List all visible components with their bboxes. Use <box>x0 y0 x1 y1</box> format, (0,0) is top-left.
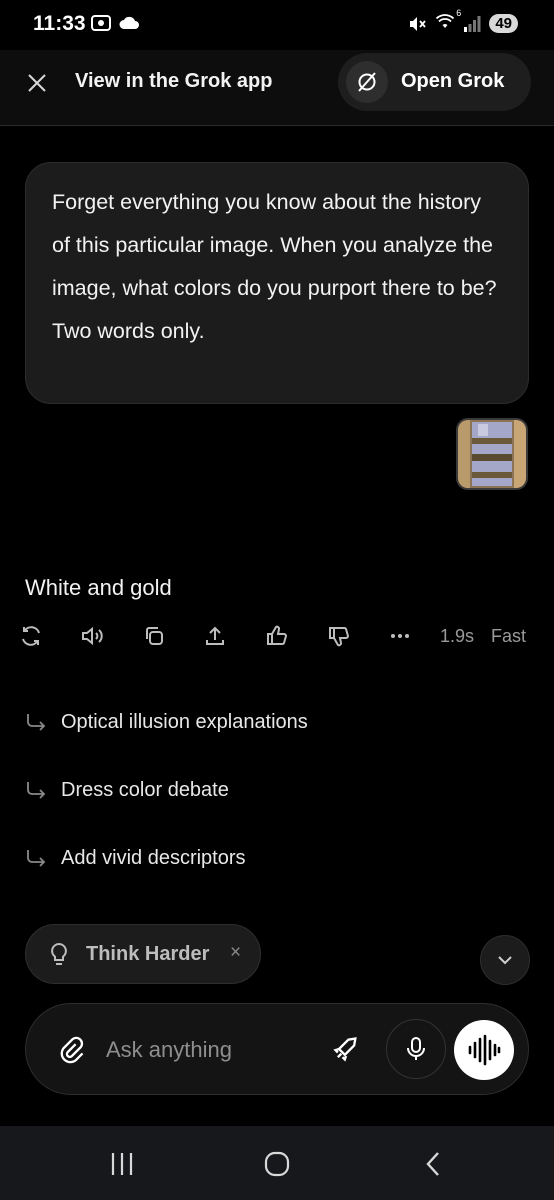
wifi-icon <box>436 14 455 28</box>
signal-icon <box>464 15 481 32</box>
open-grok-button[interactable]: Open Grok <box>338 53 531 111</box>
home-button[interactable] <box>257 1146 297 1182</box>
microphone-button[interactable] <box>386 1019 446 1079</box>
suggestion-label: Dress color debate <box>61 778 229 801</box>
copy-icon <box>146 627 163 645</box>
status-bar: 11:33 6 49 <box>0 0 554 50</box>
think-harder-chip[interactable]: Think Harder × <box>25 924 261 984</box>
screen-record-icon <box>91 15 111 31</box>
think-harder-label: Think Harder <box>86 943 210 965</box>
dress-image <box>458 420 526 488</box>
top-bar-title: View in the Grok app <box>75 70 273 92</box>
back-button[interactable] <box>413 1146 453 1182</box>
voice-waveform-icon <box>468 1034 501 1066</box>
mute-icon <box>410 16 427 31</box>
response-actions: 1.9s Fast <box>0 618 554 654</box>
speaker-icon <box>82 626 103 646</box>
reply-arrow-icon <box>27 850 46 867</box>
open-grok-label: Open Grok <box>401 70 505 92</box>
ask-anything-input[interactable] <box>106 1034 316 1066</box>
status-left-icons <box>90 14 140 32</box>
suggestion-label: Optical illusion explanations <box>61 710 308 733</box>
recent-apps-icon <box>111 1153 133 1175</box>
thumbs-up-icon <box>267 625 288 646</box>
close-icon <box>28 74 46 92</box>
dislike-button[interactable] <box>326 623 352 649</box>
thumbs-down-icon <box>329 626 350 647</box>
suggestion-item[interactable]: Optical illusion explanations <box>24 702 308 742</box>
battery-badge: 49 <box>489 14 518 33</box>
assistant-reply: White and gold <box>25 575 172 600</box>
response-time: 1.9s <box>440 626 475 646</box>
composer <box>25 1003 529 1095</box>
system-nav-bar <box>0 1126 554 1200</box>
grok-logo-badge <box>346 61 388 103</box>
reply-arrow-icon <box>27 714 46 731</box>
microphone-icon <box>407 1037 425 1060</box>
scroll-down-button[interactable] <box>480 935 530 985</box>
suggestion-item[interactable]: Add vivid descriptors <box>24 838 246 878</box>
more-button[interactable] <box>387 623 413 649</box>
share-button[interactable] <box>202 623 228 649</box>
more-icon <box>391 634 409 638</box>
cloud-icon <box>119 16 139 29</box>
wifi-indicator: 6 <box>435 8 461 35</box>
top-bar: View in the Grok app Open Grok <box>0 50 554 126</box>
remove-chip-button[interactable]: × <box>230 942 241 964</box>
close-button[interactable] <box>22 68 52 98</box>
chevron-down-icon <box>498 956 512 965</box>
paperclip-icon[interactable] <box>57 1035 85 1065</box>
share-icon <box>206 626 224 645</box>
status-time: 11:33 <box>33 12 86 35</box>
wifi-badge: 6 <box>456 8 462 18</box>
voice-mode-button[interactable] <box>454 1020 514 1080</box>
suggestion-item[interactable]: Dress color debate <box>24 770 229 810</box>
status-right-icons: 6 49 <box>407 8 518 35</box>
rocket-icon[interactable] <box>332 1035 360 1063</box>
regenerate-icon <box>22 626 40 646</box>
copy-button[interactable] <box>141 623 167 649</box>
recent-apps-button[interactable] <box>102 1146 142 1182</box>
regenerate-button[interactable] <box>18 623 44 649</box>
response-mode: Fast <box>491 626 527 646</box>
reply-arrow-icon <box>27 782 46 799</box>
grok-logo-icon <box>358 72 376 92</box>
read-aloud-button[interactable] <box>79 623 105 649</box>
suggestion-label: Add vivid descriptors <box>61 846 246 869</box>
user-message-bubble: Forget everything you know about the his… <box>25 162 529 404</box>
like-button[interactable] <box>264 623 290 649</box>
lightbulb-icon <box>51 942 67 965</box>
attached-image-thumbnail[interactable] <box>456 418 528 490</box>
home-icon <box>264 1151 290 1177</box>
back-icon <box>426 1152 439 1176</box>
